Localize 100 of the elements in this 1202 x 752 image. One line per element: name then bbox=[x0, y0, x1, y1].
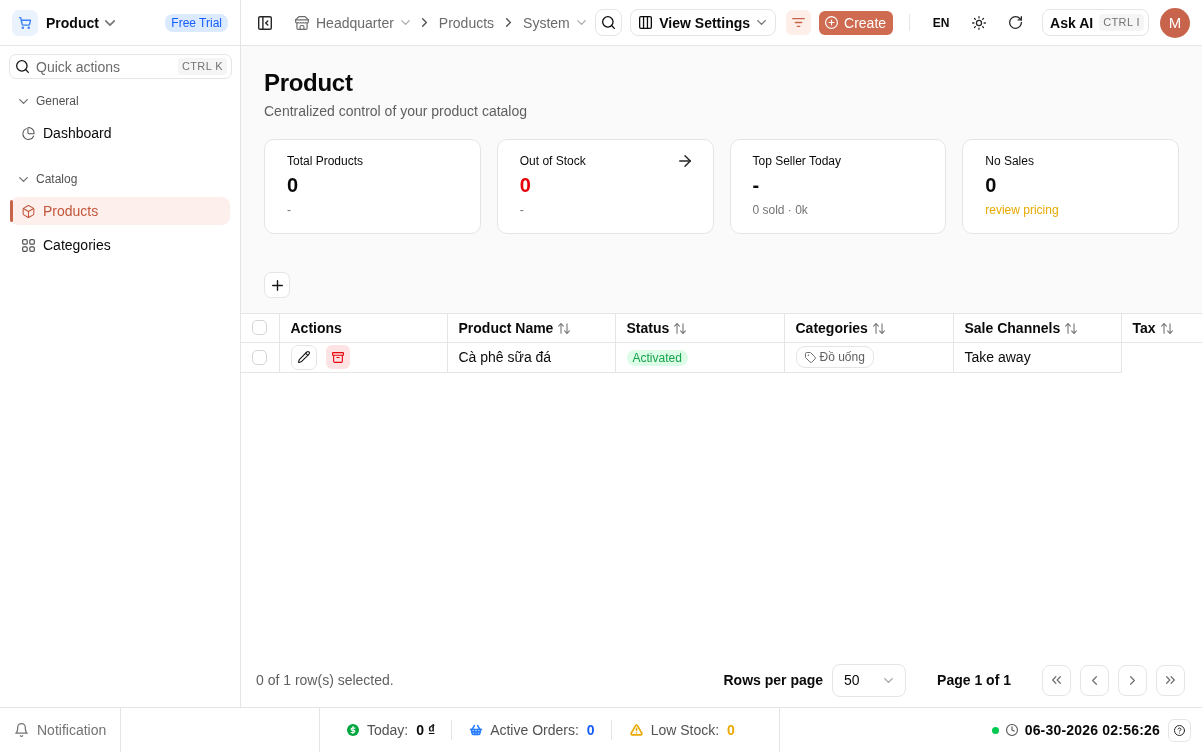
filter-button[interactable] bbox=[786, 10, 812, 35]
search-icon bbox=[16, 60, 29, 73]
sort-icon[interactable] bbox=[558, 322, 571, 334]
page-indicator: Page 1 of 1 bbox=[937, 672, 1011, 688]
grid-icon bbox=[22, 238, 35, 252]
stat-value: 0 ₫ bbox=[416, 722, 436, 738]
add-button[interactable] bbox=[264, 272, 290, 298]
rows-per-page-select[interactable]: 50 bbox=[832, 663, 907, 697]
store-icon bbox=[295, 15, 309, 30]
search-button[interactable] bbox=[595, 9, 623, 36]
column-header[interactable]: Product Name bbox=[447, 314, 615, 342]
chevron-down-icon bbox=[104, 19, 115, 26]
stat-label: Out of Stock bbox=[519, 153, 586, 169]
filter-icon bbox=[792, 18, 806, 27]
notification-button[interactable]: Notification bbox=[0, 708, 121, 752]
arrow-right-icon[interactable] bbox=[678, 155, 691, 167]
user-avatar[interactable]: M bbox=[1160, 7, 1190, 38]
archive-button[interactable] bbox=[325, 345, 350, 369]
stat-label: No Sales bbox=[985, 153, 1034, 169]
cart-icon bbox=[12, 9, 38, 36]
sidebar-toggle-button[interactable] bbox=[258, 15, 272, 30]
cube-icon bbox=[22, 204, 35, 218]
chevron-down-icon bbox=[757, 20, 767, 25]
column-header[interactable]: Categories bbox=[784, 314, 953, 342]
stat-label: Total Products bbox=[287, 153, 364, 169]
bell-icon bbox=[15, 723, 28, 737]
checkbox[interactable] bbox=[252, 320, 267, 336]
table-cell: Take away bbox=[953, 342, 1121, 372]
chevron-down-icon bbox=[19, 176, 28, 182]
stat-note: - bbox=[287, 202, 292, 218]
double-chevron-right-icon bbox=[1166, 676, 1175, 684]
archive-icon bbox=[331, 351, 344, 363]
last-page-button[interactable] bbox=[1156, 664, 1185, 696]
stat-value: - bbox=[752, 173, 761, 197]
sort-icon[interactable] bbox=[872, 322, 885, 334]
clock-icon bbox=[1005, 724, 1018, 736]
column-header[interactable]: Status bbox=[615, 314, 784, 342]
app-switcher-button[interactable]: Product bbox=[46, 14, 115, 31]
refresh-icon bbox=[1009, 16, 1023, 29]
breadcrumb-link[interactable]: Products bbox=[438, 14, 495, 31]
sort-icon[interactable] bbox=[1160, 322, 1173, 334]
help-icon bbox=[1174, 724, 1185, 736]
chevron-right-icon bbox=[421, 18, 427, 27]
breadcrumb-link[interactable]: System bbox=[523, 14, 586, 31]
page-subtitle: Centralized control of your product catalog bbox=[264, 103, 529, 119]
columns-icon bbox=[639, 16, 653, 29]
plus-icon bbox=[271, 279, 283, 291]
create-button[interactable]: Create bbox=[819, 10, 894, 35]
group-toggle[interactable]: Catalog bbox=[10, 165, 230, 193]
status-badge: Activated bbox=[626, 349, 688, 366]
stat-value: 0 bbox=[287, 173, 300, 197]
tag-label: Đồ uống bbox=[819, 350, 865, 364]
pencil-icon bbox=[297, 351, 310, 363]
stat-value: 0 bbox=[727, 722, 735, 738]
stat-label: Low Stock: bbox=[650, 722, 720, 738]
trial-badge: Free Trial bbox=[165, 13, 228, 32]
sun-icon bbox=[971, 15, 986, 30]
rows-per-page-label: Rows per page bbox=[723, 672, 824, 688]
date-time: 06-30-2026 02:56:26 bbox=[1024, 722, 1160, 738]
search-icon bbox=[602, 16, 616, 29]
pie-chart-icon bbox=[22, 126, 35, 140]
stat-value: 0 bbox=[985, 173, 998, 197]
breadcrumb-link[interactable]: Headquarter bbox=[295, 14, 410, 31]
column-header[interactable]: Tax bbox=[1121, 314, 1202, 342]
checkbox[interactable] bbox=[252, 349, 267, 365]
help-button[interactable] bbox=[1168, 718, 1191, 742]
sort-icon[interactable] bbox=[1065, 322, 1078, 334]
sort-icon[interactable] bbox=[674, 322, 687, 334]
page-title: Product bbox=[264, 68, 354, 98]
stat-value: 0 bbox=[519, 173, 532, 197]
language-button[interactable]: EN bbox=[926, 9, 957, 36]
stat-label: Active Orders: bbox=[490, 722, 579, 738]
stat-label: Top Seller Today bbox=[752, 153, 841, 169]
tag-icon bbox=[804, 351, 816, 363]
stat-label: Today: bbox=[367, 722, 409, 738]
nav-item[interactable]: Products bbox=[10, 197, 230, 225]
shortcut-hint: CTRL I bbox=[1099, 14, 1144, 31]
panel-left-icon bbox=[258, 15, 272, 30]
column-header: Actions bbox=[279, 314, 447, 342]
first-page-button[interactable] bbox=[1042, 664, 1071, 696]
view-settings-button[interactable]: View Settings bbox=[630, 9, 777, 36]
chevron-right-icon bbox=[506, 18, 512, 27]
table-cell: Cà phê sữa đá bbox=[447, 342, 615, 372]
double-chevron-left-icon bbox=[1052, 676, 1061, 684]
ask-ai-button[interactable]: Ask AI CTRL I bbox=[1042, 9, 1149, 36]
nav-item[interactable]: Categories bbox=[10, 231, 230, 259]
plus-circle-icon bbox=[825, 16, 839, 29]
stat-note: 0 sold · 0k bbox=[752, 202, 809, 218]
chevron-down-icon bbox=[884, 677, 894, 683]
selection-count: 0 of 1 row(s) selected. bbox=[256, 672, 394, 688]
nav-item[interactable]: Dashboard bbox=[10, 119, 230, 147]
chevron-left-icon bbox=[1092, 675, 1097, 685]
edit-button[interactable] bbox=[290, 344, 317, 370]
column-header[interactable]: Sale Channels bbox=[953, 314, 1121, 342]
group-toggle[interactable]: General bbox=[10, 87, 230, 115]
stat-value: 0 bbox=[586, 722, 595, 738]
stat-note: - bbox=[519, 202, 525, 218]
stat-note: review pricing bbox=[985, 202, 1060, 218]
chevron-down-icon bbox=[19, 98, 28, 104]
shortcut-hint: CTRL K bbox=[177, 58, 227, 75]
